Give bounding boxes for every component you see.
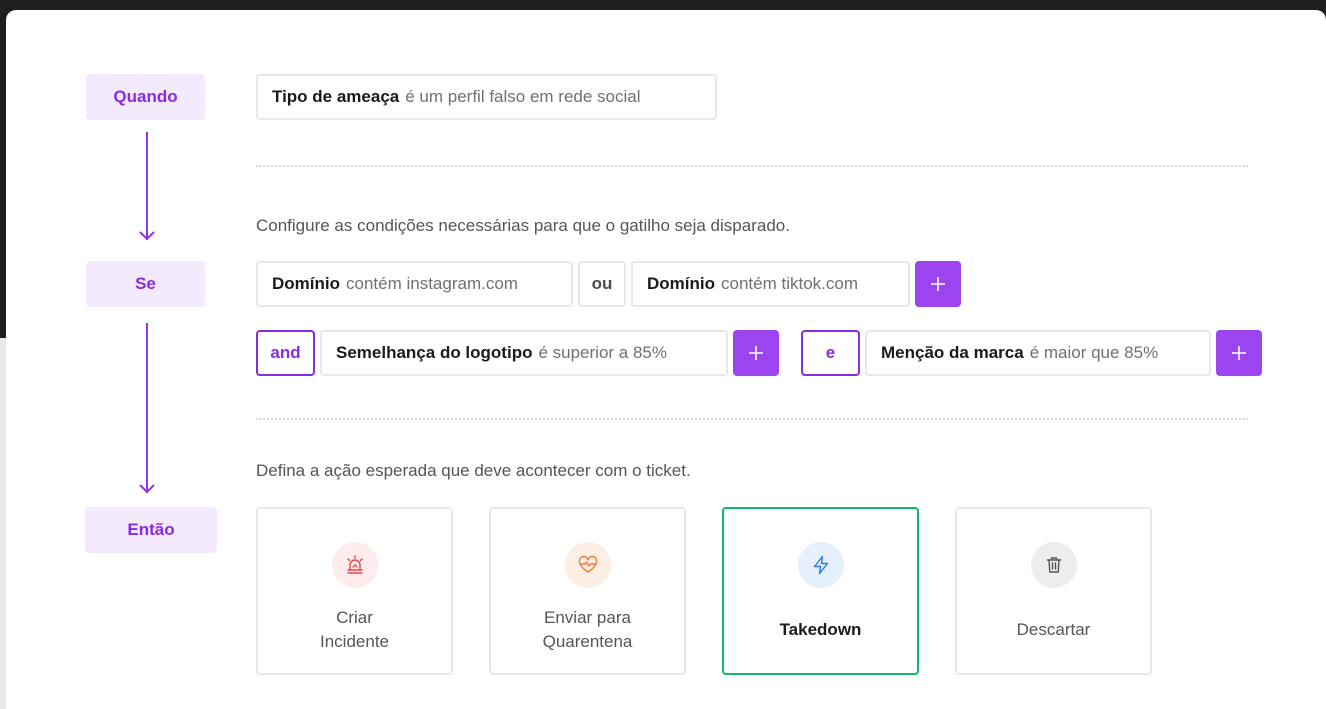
- step-when: Quando: [86, 74, 205, 120]
- action-label: Enviar para Quarentena: [491, 588, 684, 672]
- condition-field: Domínio: [647, 274, 715, 293]
- trigger-chip[interactable]: Tipo de ameaça é um perfil falso em rede…: [256, 74, 717, 120]
- trigger-text: é um perfil falso em rede social: [405, 87, 641, 106]
- step-if-label: Se: [135, 274, 156, 293]
- action-card-quarantine[interactable]: Enviar para Quarentena: [489, 507, 686, 675]
- action-label-text: Takedown: [779, 620, 862, 639]
- condition-chip-domain-instagram[interactable]: Domínio contém instagram.com: [256, 261, 573, 307]
- condition-text: é maior que 85%: [1029, 343, 1159, 362]
- lightning-icon: [797, 542, 844, 588]
- conditions-hint: Configure as condições necessárias para …: [256, 216, 790, 235]
- action-label-text: Criar Incidente: [320, 608, 389, 651]
- operator-label: and: [270, 343, 301, 362]
- arrow-down-icon: [139, 231, 155, 241]
- condition-text: contém tiktok.com: [721, 274, 858, 293]
- operator-label: ou: [591, 274, 613, 293]
- step-then: Então: [85, 507, 217, 553]
- connector-line-when-if: [146, 132, 148, 240]
- operator-and[interactable]: and: [256, 330, 315, 376]
- condition-field: Domínio: [272, 274, 340, 293]
- action-card-create-incident[interactable]: Criar Incidente: [256, 507, 453, 675]
- step-then-label: Então: [127, 520, 175, 539]
- action-label-text: Descartar: [1016, 620, 1091, 639]
- add-condition-button[interactable]: [915, 261, 961, 307]
- action-label: Criar Incidente: [258, 588, 451, 672]
- action-label: Takedown: [724, 588, 917, 672]
- divider: [256, 165, 1248, 167]
- add-condition-button[interactable]: [1216, 330, 1262, 376]
- alarm-siren-icon: [331, 542, 378, 588]
- condition-chip-logo-similarity[interactable]: Semelhança do logotipo é superior a 85%: [320, 330, 728, 376]
- condition-chip-domain-tiktok[interactable]: Domínio contém tiktok.com: [631, 261, 910, 307]
- operator-or[interactable]: ou: [578, 261, 626, 307]
- condition-field: Menção da marca: [881, 343, 1024, 362]
- operator-e[interactable]: e: [801, 330, 860, 376]
- trash-icon: [1030, 542, 1077, 588]
- heart-pulse-icon: [564, 542, 611, 588]
- step-when-label: Quando: [113, 87, 178, 106]
- condition-text: contém instagram.com: [346, 274, 518, 293]
- action-label: Descartar: [957, 588, 1150, 672]
- actions-hint: Defina a ação esperada que deve acontece…: [256, 461, 691, 480]
- action-card-takedown[interactable]: Takedown: [722, 507, 919, 675]
- step-if: Se: [86, 261, 205, 307]
- plus-icon: [1232, 346, 1246, 360]
- divider: [256, 418, 1248, 420]
- automation-rule-panel: Quando Se Então Tipo de ameaça é um perf…: [6, 10, 1326, 709]
- add-condition-button[interactable]: [733, 330, 779, 376]
- plus-icon: [931, 277, 945, 291]
- condition-field: Semelhança do logotipo: [336, 343, 533, 362]
- condition-chip-brand-mention[interactable]: Menção da marca é maior que 85%: [865, 330, 1211, 376]
- action-label-text: Enviar para Quarentena: [542, 608, 633, 651]
- trigger-field: Tipo de ameaça: [272, 87, 400, 106]
- action-card-discard[interactable]: Descartar: [955, 507, 1152, 675]
- operator-label: e: [825, 343, 836, 362]
- plus-icon: [749, 346, 763, 360]
- arrow-down-icon: [139, 484, 155, 494]
- connector-line-if-then: [146, 323, 148, 493]
- condition-text: é superior a 85%: [538, 343, 667, 362]
